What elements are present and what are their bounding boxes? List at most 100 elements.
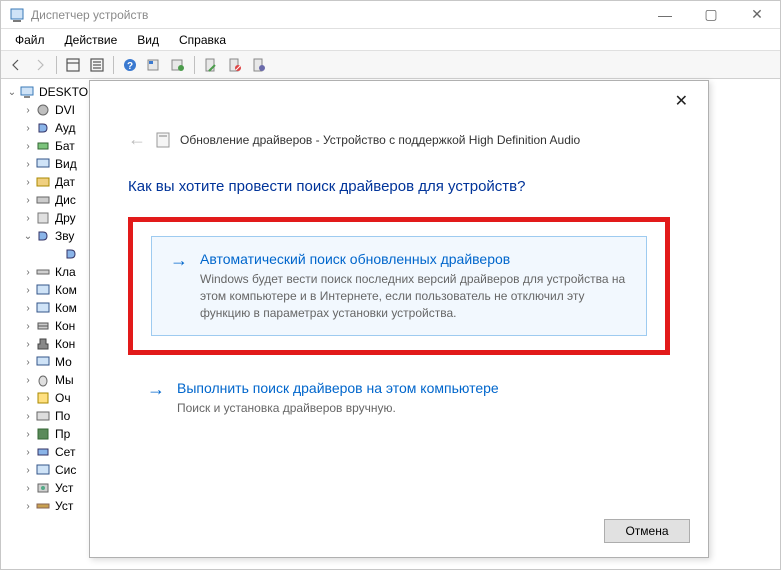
device-category-icon [35,462,51,478]
tree-item-label: DVI [55,103,75,117]
menu-action[interactable]: Действие [55,31,128,49]
expand-icon[interactable]: › [21,447,35,458]
dialog-title: Обновление драйверов - Устройство с подд… [180,133,580,147]
option-auto-title: Автоматический поиск обновленных драйвер… [200,251,628,267]
device-category-icon [35,264,51,280]
update-driver-dialog: ✕ ← Обновление драйверов - Устройство с … [89,80,709,558]
minimize-button[interactable]: — [642,1,688,29]
toolbar-update-button[interactable] [143,54,165,76]
device-category-icon [35,156,51,172]
tree-item-label: Кон [55,337,75,351]
dialog-question: Как вы хотите провести поиск драйверов д… [128,178,670,195]
device-category-icon [35,228,51,244]
menu-file[interactable]: Файл [5,31,55,49]
tree-root-label: DESKTO [39,85,88,99]
expand-icon[interactable]: › [21,339,35,350]
tree-item-label: Вид [55,157,77,171]
device-category-icon [35,102,51,118]
option-auto-search[interactable]: → Автоматический поиск обновленных драйв… [151,236,647,336]
menubar: Файл Действие Вид Справка [1,29,780,51]
dialog-close-button[interactable]: ✕ [667,87,696,115]
device-category-icon [35,354,51,370]
arrow-right-icon: → [170,251,188,321]
toolbar-enable-button[interactable] [200,54,222,76]
tree-item-label: Бат [55,139,75,153]
device-category-icon [35,390,51,406]
device-manager-window: Диспетчер устройств — ▢ ✕ Файл Действие … [0,0,781,570]
toolbar-separator [113,56,114,74]
close-button[interactable]: ✕ [734,1,780,29]
device-category-icon [35,300,51,316]
toolbar: ? [1,51,780,79]
tree-item-label: Ком [55,283,77,297]
expand-icon[interactable]: › [21,321,35,332]
device-category-icon [35,372,51,388]
app-icon [9,7,25,23]
option-manual-search[interactable]: → Выполнить поиск драйверов на этом комп… [128,365,670,432]
driver-icon [156,132,170,148]
option-manual-desc: Поиск и установка драйверов вручную. [177,400,651,417]
device-category-icon [35,426,51,442]
device-category-icon [35,498,51,514]
toolbar-show-hidden-button[interactable] [62,54,84,76]
tree-item-label: Дру [55,211,76,225]
expand-icon[interactable]: › [21,357,35,368]
tree-item-label: Ком [55,301,77,315]
toolbar-scan-button[interactable] [167,54,189,76]
tree-item-label: Кла [55,265,76,279]
expand-icon[interactable]: › [21,123,35,134]
expand-icon[interactable]: › [21,393,35,404]
toolbar-separator [194,56,195,74]
device-category-icon [35,174,51,190]
device-category-icon [35,120,51,136]
nav-back-button[interactable] [5,54,27,76]
device-category-icon [35,282,51,298]
expand-icon[interactable]: › [21,213,35,224]
device-category-icon [63,246,79,262]
toolbar-properties-button[interactable] [86,54,108,76]
expand-icon[interactable]: ⌄ [21,231,35,242]
arrow-right-icon: → [147,380,165,417]
device-category-icon [35,408,51,424]
window-title: Диспетчер устройств [31,8,642,22]
device-category-icon [35,444,51,460]
titlebar: Диспетчер устройств — ▢ ✕ [1,1,780,29]
cancel-button[interactable]: Отмена [604,519,690,543]
menu-help[interactable]: Справка [169,31,236,49]
tree-item-label: Дат [55,175,75,189]
toolbar-disable-button[interactable] [224,54,246,76]
expand-icon[interactable]: › [21,375,35,386]
expand-icon[interactable]: › [21,177,35,188]
expand-icon[interactable]: › [21,141,35,152]
maximize-button[interactable]: ▢ [688,1,734,29]
expand-icon[interactable]: › [21,105,35,116]
toolbar-uninstall-button[interactable] [248,54,270,76]
expand-icon[interactable]: › [21,159,35,170]
menu-view[interactable]: Вид [127,31,169,49]
toolbar-separator [56,56,57,74]
tree-item-label: По [55,409,70,423]
expand-icon[interactable]: › [21,411,35,422]
tree-item-label: Оч [55,391,71,405]
expand-icon[interactable]: › [21,285,35,296]
computer-icon [19,84,35,100]
tree-item-label: Ауд [55,121,75,135]
collapse-icon[interactable]: ⌄ [5,87,19,98]
dialog-header: ← Обновление драйверов - Устройство с по… [128,129,670,150]
nav-forward-button[interactable] [29,54,51,76]
toolbar-help-button[interactable]: ? [119,54,141,76]
expand-icon[interactable]: › [21,483,35,494]
tree-item-label: Уст [55,481,73,495]
expand-icon[interactable]: › [21,195,35,206]
expand-icon[interactable]: › [21,303,35,314]
window-controls: — ▢ ✕ [642,1,780,29]
device-category-icon [35,480,51,496]
expand-icon[interactable]: › [21,501,35,512]
tree-item-label: Сет [55,445,75,459]
tree-item-label: Мы [55,373,74,387]
option-auto-desc: Windows будет вести поиск последних верс… [200,271,628,321]
expand-icon[interactable]: › [21,465,35,476]
expand-icon[interactable]: › [21,429,35,440]
back-arrow-icon[interactable]: ← [128,129,146,150]
expand-icon[interactable]: › [21,267,35,278]
